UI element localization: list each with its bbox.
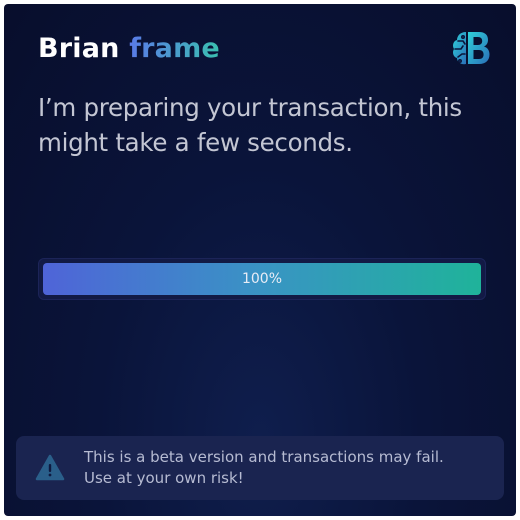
alert-text: This is a beta version and transactions …	[84, 448, 444, 487]
brand-title: Brian frame	[38, 33, 220, 64]
progress-label: 100%	[241, 271, 283, 287]
status-message: I’m preparing your transaction, this mig…	[38, 93, 462, 157]
header: Brian frame	[38, 28, 490, 68]
brand-name-first: Brian	[38, 32, 120, 64]
brian-frame-panel: Brian frame I’m preparing your transacti…	[4, 4, 516, 516]
brand-name-second: frame	[129, 32, 220, 64]
progress-bar: 100%	[38, 258, 486, 300]
warning-triangle-icon	[35, 454, 65, 481]
progress-fill: 100%	[43, 263, 481, 295]
beta-warning-alert: This is a beta version and transactions …	[16, 436, 504, 500]
brain-b-logo-icon	[453, 32, 490, 65]
